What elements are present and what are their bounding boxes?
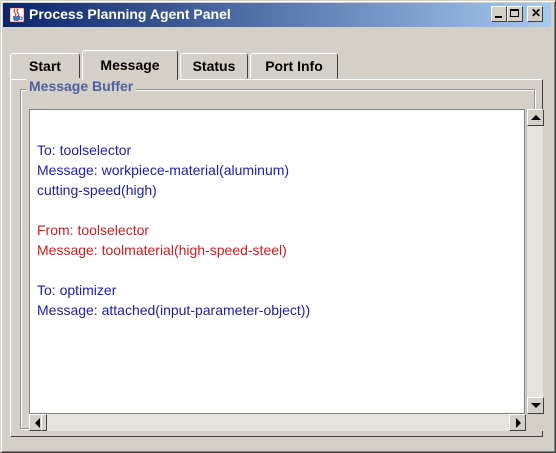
message-entry: To: toolselector Message: workpiece-mate… [37, 140, 497, 200]
message-line: Message: toolmaterial(high-speed-steel) [37, 242, 287, 258]
message-header: From: toolselector [37, 222, 150, 238]
maximize-icon [510, 9, 519, 17]
minimize-icon [495, 16, 502, 18]
vertical-scrollbar[interactable] [526, 109, 544, 414]
message-line: Message: workpiece-material(aluminum) [37, 162, 290, 178]
java-cup-icon [9, 7, 25, 23]
tab-message[interactable]: Message [82, 50, 178, 80]
horizontal-scroll-thumb[interactable] [41, 414, 47, 431]
maximize-button[interactable] [507, 6, 523, 22]
arrow-left-icon [35, 418, 40, 428]
message-entry: To: optimizer Message: attached(input-pa… [37, 280, 497, 320]
arrow-up-icon [531, 115, 541, 120]
close-button[interactable]: ✕ [527, 6, 543, 22]
horizontal-scrollbar[interactable] [29, 414, 526, 431]
scroll-down-button[interactable] [527, 397, 544, 414]
scroll-right-button[interactable] [509, 414, 526, 431]
window-title: Process Planning Agent Panel [29, 6, 231, 22]
arrow-right-icon [516, 418, 521, 428]
tab-port-info[interactable]: Port Info [250, 53, 338, 79]
message-header: To: optimizer [37, 282, 117, 298]
tab-start[interactable]: Start [10, 53, 80, 79]
title-bar[interactable]: Process Planning Agent Panel ✕ [3, 3, 551, 27]
scrollbar-corner [526, 414, 543, 431]
minimize-button[interactable] [491, 6, 507, 22]
tab-status[interactable]: Status [180, 53, 248, 79]
arrow-down-icon [531, 403, 541, 408]
message-buffer-legend: Message Buffer [26, 78, 137, 94]
message-list: To: toolselector Message: workpiece-mate… [37, 140, 497, 340]
message-line: cutting-speed(high) [37, 182, 157, 198]
scroll-up-button[interactable] [527, 109, 544, 126]
message-entry: From: toolselector Message: toolmaterial… [37, 220, 497, 260]
message-header: To: toolselector [37, 142, 132, 158]
close-icon: ✕ [531, 6, 542, 20]
message-line: Message: attached(input-parameter-object… [37, 302, 311, 318]
